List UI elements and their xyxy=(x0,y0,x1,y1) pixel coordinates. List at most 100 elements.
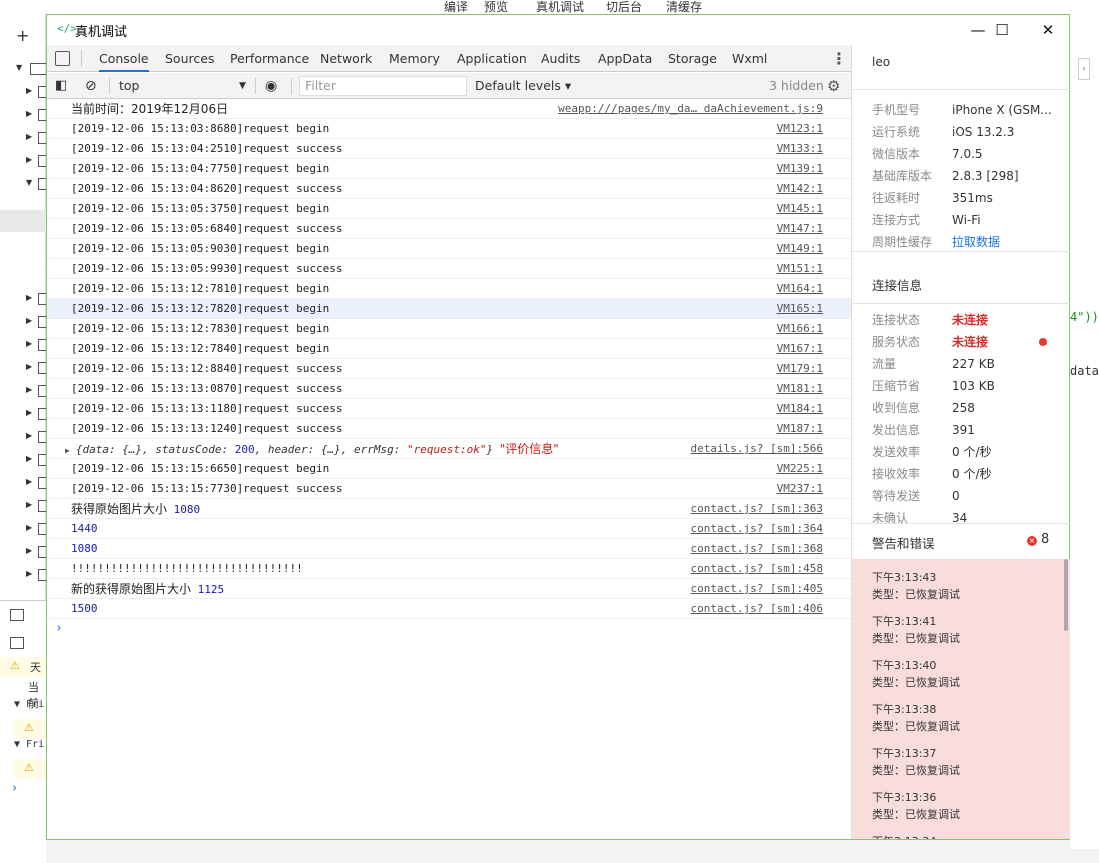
sidebar-toggle-icon[interactable]: ◧ xyxy=(55,73,67,99)
source-link[interactable]: VM145:1 xyxy=(777,199,823,219)
source-link[interactable]: contact.js? [sm]:406 xyxy=(691,599,823,619)
maximize-button[interactable]: ☐ xyxy=(979,15,1025,45)
source-link[interactable]: contact.js? [sm]:368 xyxy=(691,539,823,559)
sidebar-toggle-icon[interactable] xyxy=(10,637,24,649)
file-tree-item[interactable]: ▶ xyxy=(0,311,46,334)
source-link[interactable]: VM142:1 xyxy=(777,179,823,199)
source-link[interactable]: VM179:1 xyxy=(777,359,823,379)
error-item[interactable]: 下午3:13:37 类型：已恢复调试 xyxy=(872,745,960,779)
file-tree-item[interactable]: ▶ xyxy=(0,81,46,104)
source-link[interactable]: VM123:1 xyxy=(777,119,823,139)
console-input-line[interactable]: › xyxy=(47,619,851,639)
expand-icon[interactable]: ▼ Fri xyxy=(14,699,44,710)
tab-performance[interactable]: Performance xyxy=(230,45,309,72)
more-menu-icon[interactable]: ⋮ xyxy=(831,45,847,72)
file-tree-item[interactable]: ▶ xyxy=(0,541,46,564)
file-tree-item[interactable]: ▶ xyxy=(0,127,46,150)
log-message: [2019-12-06 15:13:12:7810]request begin xyxy=(71,282,330,295)
inspect-element-icon[interactable] xyxy=(55,51,70,66)
scrollbar[interactable] xyxy=(1064,559,1068,631)
collapse-icon[interactable]: › xyxy=(1078,58,1090,80)
source-link[interactable]: VM237:1 xyxy=(777,479,823,499)
tab-memory[interactable]: Memory xyxy=(389,45,440,72)
console-prompt[interactable]: › xyxy=(12,781,17,796)
tab-storage[interactable]: Storage xyxy=(668,45,717,72)
source-link[interactable]: contact.js? [sm]:458 xyxy=(691,559,823,579)
tab-console[interactable]: Console xyxy=(99,45,149,72)
add-icon[interactable]: + xyxy=(16,26,29,45)
tab-sources[interactable]: Sources xyxy=(165,45,214,72)
source-link[interactable]: VM164:1 xyxy=(777,279,823,299)
error-item[interactable]: 下午3:13:38 类型：已恢复调试 xyxy=(872,701,960,735)
tab-appdata[interactable]: AppData xyxy=(598,45,652,72)
error-item[interactable]: 下午3:13:43 类型：已恢复调试 xyxy=(872,569,960,603)
object-text: {data: {…}, statusCode: xyxy=(75,443,235,456)
file-tree-item[interactable]: ▶ xyxy=(0,380,46,403)
source-link[interactable]: VM181:1 xyxy=(777,379,823,399)
preview-button[interactable]: 预览 xyxy=(484,0,508,15)
error-item[interactable]: 下午3:13:36 类型：已恢复调试 xyxy=(872,789,960,823)
file-tree-item[interactable]: ▼ xyxy=(0,58,46,81)
remote-debug-button[interactable]: 真机调试 xyxy=(536,0,584,15)
file-tree-item[interactable]: ▶ xyxy=(0,426,46,449)
log-levels-dropdown[interactable]: Default levels ▾ xyxy=(475,73,571,99)
source-link[interactable]: contact.js? [sm]:364 xyxy=(691,519,823,539)
file-tree-item[interactable]: ▶ xyxy=(0,518,46,541)
tab-application[interactable]: Application xyxy=(457,45,527,72)
source-link[interactable]: VM139:1 xyxy=(777,159,823,179)
error-item[interactable]: 下午3:13:41 类型：已恢复调试 xyxy=(872,613,960,647)
source-link[interactable]: VM166:1 xyxy=(777,319,823,339)
source-link[interactable]: VM184:1 xyxy=(777,399,823,419)
close-button[interactable]: ✕ xyxy=(1025,15,1071,45)
source-link[interactable]: contact.js? [sm]:405 xyxy=(691,579,823,599)
context-selector[interactable]: top xyxy=(119,73,139,99)
source-link[interactable]: weapp:///pages/my_da… daAchievement.js:9 xyxy=(558,99,823,119)
file-tree-item[interactable]: ▶ xyxy=(0,449,46,472)
tab-audits[interactable]: Audits xyxy=(541,45,580,72)
source-link[interactable]: VM225:1 xyxy=(777,459,823,479)
source-link[interactable]: contact.js? [sm]:363 xyxy=(691,499,823,519)
compile-button[interactable]: 编译 xyxy=(444,0,468,15)
expand-icon[interactable]: ▼ Fri xyxy=(14,739,44,750)
source-link[interactable]: VM187:1 xyxy=(777,419,823,439)
log-message: [2019-12-06 15:13:04:2510]request succes… xyxy=(71,142,343,155)
source-link[interactable]: details.js? [sm]:566 xyxy=(691,439,823,459)
debug-info-sidebar: leo 手机型号 iPhone X (GSM... 运行系统 iOS 13.2.3 微信… xyxy=(851,45,1070,839)
warning-text: 天 xyxy=(30,661,41,674)
context-dropdown-icon[interactable]: ▼ xyxy=(239,73,246,99)
log-object[interactable]: ▶ {data: {…}, statusCode: 200, header: {…… xyxy=(65,439,559,461)
file-tree-item[interactable]: ▶ xyxy=(0,150,46,173)
source-link[interactable]: VM165:1 xyxy=(777,299,823,319)
file-tree-item[interactable]: ▶ xyxy=(0,357,46,380)
warning-count: 8 xyxy=(1041,532,1050,547)
inspect-icon[interactable] xyxy=(10,609,24,621)
source-link[interactable]: VM167:1 xyxy=(777,339,823,359)
file-tree-item[interactable]: ▶ xyxy=(0,495,46,518)
clear-console-icon[interactable]: ⊘ xyxy=(85,73,97,99)
file-tree-item[interactable]: ▶ xyxy=(0,564,46,587)
switch-background-button[interactable]: 切后台 xyxy=(606,0,642,15)
error-item[interactable]: 下午3:13:40 类型：已恢复调试 xyxy=(872,657,960,691)
file-tree-item[interactable]: ▼ xyxy=(0,173,46,196)
info-label: 流量 xyxy=(872,357,897,371)
source-link[interactable]: VM151:1 xyxy=(777,259,823,279)
object-status: 200 xyxy=(234,443,255,456)
info-label: 服务状态 xyxy=(872,335,921,349)
source-link[interactable]: VM149:1 xyxy=(777,239,823,259)
source-link[interactable]: VM133:1 xyxy=(777,139,823,159)
tab-wxml[interactable]: Wxml xyxy=(732,45,767,72)
settings-gear-icon[interactable]: ⚙ xyxy=(827,73,840,99)
clear-cache-button[interactable]: 清缓存 xyxy=(666,0,702,15)
file-tree-item[interactable]: ▶ xyxy=(0,472,46,495)
file-tree-item[interactable]: ▶ xyxy=(0,334,46,357)
source-link[interactable]: VM147:1 xyxy=(777,219,823,239)
file-tree-item[interactable]: ▶ xyxy=(0,288,46,311)
tab-network[interactable]: Network xyxy=(320,45,372,72)
eye-icon[interactable]: ◉ xyxy=(265,73,277,99)
filter-input[interactable]: Filter xyxy=(299,76,467,96)
expand-triangle-icon[interactable]: ▶ xyxy=(65,446,70,455)
file-tree-item[interactable]: ▶ xyxy=(0,104,46,127)
error-item[interactable]: 下午3:13:34 xyxy=(872,833,936,839)
file-tree-item[interactable]: ▶ xyxy=(0,403,46,426)
pull-data-link[interactable]: 拉取数据 xyxy=(952,231,1000,253)
